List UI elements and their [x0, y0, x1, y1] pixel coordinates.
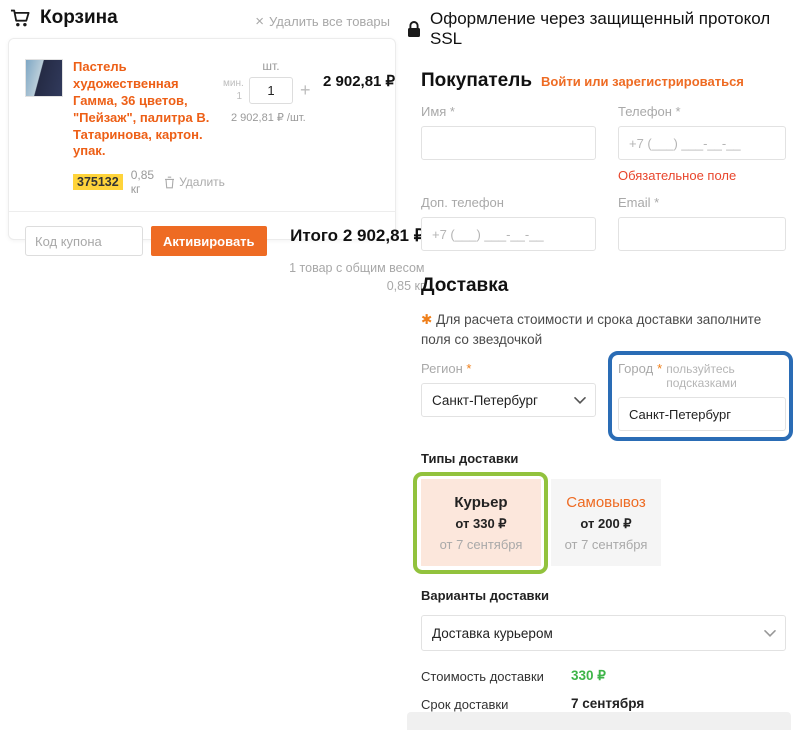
asterisk-icon: ✱ — [421, 312, 432, 327]
coupon-input[interactable] — [25, 226, 143, 256]
min-qty-note: мин. 1 — [223, 78, 242, 103]
delete-item-button[interactable]: Удалить — [164, 175, 225, 189]
phone-field[interactable] — [618, 126, 786, 160]
cart-title: Корзина — [40, 7, 118, 29]
cart-item: Пастель художественная Гамма, 36 цветов,… — [9, 39, 395, 196]
city-label: Город* пользуйтесь подсказками — [618, 361, 786, 390]
checkout-title: Оформление через защищенный протокол SSL — [430, 9, 800, 49]
region-field-group: Регион * Санкт-Петербург — [421, 349, 596, 431]
chevron-down-icon — [764, 629, 776, 637]
next-section-bar[interactable] — [407, 712, 791, 730]
checkout-form: Покупатель Войти или зарегистрироваться … — [405, 70, 800, 730]
product-thumbnail[interactable] — [25, 59, 63, 97]
clear-cart-button[interactable]: × Удалить все товары — [255, 14, 390, 29]
name-field-group: Имя * — [421, 92, 596, 183]
city-hint: пользуйтесь подсказками — [666, 362, 786, 390]
unit-price: 2 902,81 ₽ /шт. — [231, 111, 323, 124]
delivery-note: ✱ Для расчета стоимости и срока доставки… — [421, 310, 786, 349]
email-label: Email * — [618, 195, 786, 210]
coupon-row: Активировать Итого 2 902,81 ₽ 1 товар с … — [9, 212, 395, 295]
email-field[interactable] — [618, 217, 786, 251]
delivery-type-courier[interactable]: Курьер от 330 ₽ от 7 сентября — [421, 479, 541, 566]
sku-badge: 375132 — [73, 174, 123, 190]
checkout-page: Корзина × Удалить все товары Пастель худ… — [0, 0, 800, 730]
quantity-stepper[interactable] — [249, 77, 293, 104]
product-meta-row: 375132 0,85 кг Удалить — [73, 168, 223, 196]
checkout-header: Оформление через защищенный протокол SSL — [405, 0, 800, 49]
item-weight: 0,85 кг — [131, 168, 154, 196]
email-field-group: Email * — [618, 183, 786, 251]
cart-card: Пастель художественная Гамма, 36 цветов,… — [8, 38, 396, 240]
pickup-name: Самовывоз — [557, 494, 655, 511]
unit-label: шт. — [249, 59, 293, 73]
required-field-error: Обязательное поле — [618, 168, 786, 183]
pickup-date: от 7 сентября — [557, 537, 655, 552]
city-field-group: Город* пользуйтесь подсказками — [618, 349, 786, 431]
checkout-column: Оформление через защищенный протокол SSL… — [405, 0, 800, 730]
delivery-type-cards: Курьер от 330 ₽ от 7 сентября Самовывоз … — [421, 479, 786, 566]
cart-total: Итого 2 902,81 ₽ — [267, 226, 425, 246]
line-total: 2 902,81 ₽ — [323, 59, 395, 196]
name-label: Имя * — [421, 104, 596, 119]
phone-label: Телефон * — [618, 104, 786, 119]
alt-phone-label: Доп. телефон — [421, 195, 596, 210]
cart-header: Корзина — [10, 7, 118, 29]
plus-icon[interactable]: + — [300, 80, 311, 101]
customer-heading: Покупатель — [421, 70, 532, 92]
city-field[interactable] — [618, 397, 786, 431]
clear-cart-label: Удалить все товары — [269, 14, 390, 29]
delivery-cost-label: Стоимость доставки — [421, 668, 571, 684]
product-title-link[interactable]: Пастель художественная Гамма, 36 цветов,… — [73, 59, 223, 160]
trash-icon — [164, 176, 175, 189]
delivery-types-heading: Типы доставки — [421, 451, 786, 466]
cart-total-block: Итого 2 902,81 ₽ 1 товар с общим весом 0… — [267, 226, 425, 295]
delivery-type-pickup[interactable]: Самовывоз от 200 ₽ от 7 сентября — [551, 479, 661, 566]
pickup-price: от 200 ₽ — [557, 516, 655, 532]
alt-phone-field[interactable] — [421, 217, 596, 251]
cart-column: Корзина × Удалить все товары Пастель худ… — [0, 0, 400, 730]
courier-price: от 330 ₽ — [427, 516, 535, 532]
login-link[interactable]: Войти или зарегистрироваться — [541, 74, 744, 89]
delivery-cost-value: 330 ₽ — [571, 668, 606, 684]
courier-name: Курьер — [427, 494, 535, 511]
delivery-term-value: 7 сентября — [571, 696, 786, 711]
region-label: Регион * — [421, 361, 596, 376]
delivery-variant-select[interactable]: Доставка курьером — [421, 615, 786, 651]
delivery-heading: Доставка — [421, 275, 508, 297]
close-icon: × — [255, 14, 264, 29]
phone-field-group: Телефон * Обязательное поле — [618, 92, 786, 183]
courier-date: от 7 сентября — [427, 537, 535, 552]
delete-item-label: Удалить — [179, 175, 225, 189]
region-select[interactable]: Санкт-Петербург — [421, 383, 596, 417]
cart-icon — [10, 8, 31, 28]
cart-summary: 1 товар с общим весом 0,85 кг — [267, 259, 425, 295]
name-field[interactable] — [421, 126, 596, 160]
quantity-block: шт. мин. 1 + 2 902,81 ₽ /шт. — [223, 59, 323, 196]
activate-coupon-button[interactable]: Активировать — [151, 226, 267, 256]
lock-icon — [407, 21, 421, 38]
delivery-cost-row: Стоимость доставки 330 ₽ — [421, 668, 786, 684]
alt-phone-field-group: Доп. телефон — [421, 183, 596, 251]
product-info: Пастель художественная Гамма, 36 цветов,… — [73, 59, 223, 196]
chevron-down-icon — [574, 396, 586, 404]
delivery-variants-heading: Варианты доставки — [421, 588, 786, 603]
